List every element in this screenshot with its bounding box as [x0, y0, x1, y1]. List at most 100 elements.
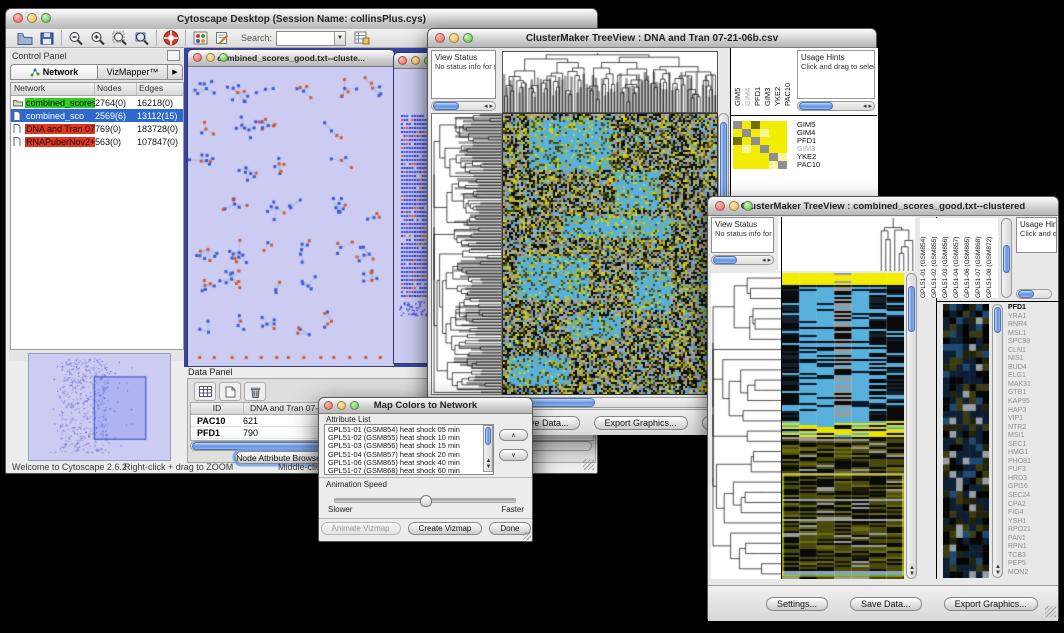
network-tree-row[interactable]: combined_scores2764(0)16218(0) — [11, 96, 183, 109]
list-item[interactable]: MSL1 — [1008, 330, 1058, 339]
save-data-button[interactable]: Save Data... — [850, 597, 922, 611]
network-tree-row[interactable]: combined_sco2569(6)13112(15) — [11, 109, 183, 122]
list-item[interactable]: FIG4 — [1008, 509, 1058, 518]
zoom-in-icon[interactable] — [87, 29, 109, 48]
tv2-hints-scrollbar[interactable] — [1016, 289, 1052, 299]
matrix-cell[interactable] — [760, 161, 769, 169]
close-button[interactable] — [324, 401, 333, 410]
export-graphics-button[interactable]: Export Graphics... — [944, 597, 1038, 611]
zoom-button[interactable] — [219, 53, 228, 62]
resize-grip[interactable] — [1045, 606, 1056, 617]
settings-button[interactable]: Settings... — [766, 597, 828, 611]
tab-overflow-button[interactable]: ▶ — [168, 64, 183, 80]
matrix-cell[interactable] — [733, 129, 742, 137]
tv1-titlebar[interactable]: ClusterMaker TreeView : DNA and Tran 07-… — [428, 29, 876, 48]
dp-col-id[interactable]: ID — [191, 403, 244, 414]
matrix-cell[interactable] — [778, 153, 787, 161]
matrix-cell[interactable] — [751, 145, 760, 153]
list-item[interactable]: PHO81 — [1008, 458, 1058, 467]
import-table-icon[interactable] — [351, 29, 373, 48]
matrix-cell[interactable] — [778, 161, 787, 169]
list-item[interactable]: MON2 — [1008, 569, 1058, 578]
tv2-sub-vscrollbar[interactable]: ▲▼ — [992, 304, 1003, 578]
minimize-button[interactable] — [206, 53, 215, 62]
list-item[interactable]: YRA1 — [1008, 313, 1058, 322]
tv1-similarity-matrix[interactable] — [733, 121, 787, 169]
list-item[interactable]: GPL51-02 (GSM855) heat shock 10 min — [328, 434, 493, 442]
matrix-cell[interactable] — [733, 161, 742, 169]
matrix-cell[interactable] — [733, 145, 742, 153]
matrix-cell[interactable] — [742, 153, 751, 161]
matrix-cell[interactable] — [769, 145, 778, 153]
matrix-cell[interactable] — [751, 121, 760, 129]
zoom-selected-icon[interactable] — [131, 29, 153, 48]
matrix-cell[interactable] — [751, 137, 760, 145]
list-item[interactable]: HRD3 — [1008, 475, 1058, 484]
close-button[interactable] — [715, 201, 725, 211]
matrix-cell[interactable] — [742, 161, 751, 169]
col-header-edges[interactable]: Edges — [137, 83, 183, 95]
matrix-cell[interactable] — [751, 153, 760, 161]
minimize-button[interactable] — [449, 33, 459, 43]
list-item[interactable]: GPL51-07 (GSM868) heat shock 60 min — [328, 467, 493, 475]
matrix-cell[interactable] — [778, 137, 787, 145]
matrix-cell[interactable] — [760, 121, 769, 129]
search-combobox[interactable]: ▼ — [276, 31, 346, 46]
attribute-listbox[interactable]: GPL51-01 (GSM854) heat shock 05 minGPL51… — [324, 424, 494, 475]
new-attribute-icon[interactable] — [219, 382, 241, 401]
list-item[interactable]: GPL51-04 (GSM857) heat shock 20 min — [328, 451, 493, 459]
tv2-row-dendrogram[interactable] — [711, 273, 781, 579]
tv2-labels-scrollbar[interactable] — [1001, 218, 1012, 298]
list-item[interactable]: PAC10 — [797, 161, 847, 169]
save-icon[interactable] — [36, 29, 58, 48]
create-vizmap-button[interactable]: Create Vizmap — [408, 522, 483, 535]
matrix-cell[interactable] — [742, 129, 751, 137]
list-item[interactable]: CPA2 — [1008, 501, 1058, 510]
matrix-cell[interactable] — [769, 137, 778, 145]
matrix-cell[interactable] — [760, 137, 769, 145]
minimize-button[interactable] — [27, 13, 37, 23]
list-item[interactable]: YSH1 — [1008, 518, 1058, 527]
matrix-cell[interactable] — [742, 145, 751, 153]
close-button[interactable] — [435, 33, 445, 43]
matrix-cell[interactable] — [769, 153, 778, 161]
move-down-button[interactable]: ∨ — [499, 449, 528, 461]
list-item[interactable]: VIP1 — [1008, 415, 1058, 424]
list-item[interactable]: TCB3 — [1008, 552, 1058, 561]
close-button[interactable] — [13, 13, 23, 23]
list-item[interactable]: PEP5 — [1008, 560, 1058, 569]
vizmapper-icon[interactable] — [189, 29, 211, 48]
slider-thumb[interactable] — [420, 495, 432, 507]
zoom-button[interactable] — [350, 401, 359, 410]
list-item[interactable]: PUF3 — [1008, 466, 1058, 475]
dialog-titlebar[interactable]: Map Colors to Network — [319, 398, 532, 414]
list-item[interactable]: SEC24 — [1008, 492, 1058, 501]
list-item[interactable]: SPC98 — [1008, 338, 1058, 347]
close-button[interactable] — [193, 53, 202, 62]
list-item[interactable]: GTB1 — [1008, 389, 1058, 398]
birdseye-canvas[interactable] — [29, 354, 168, 458]
tv1-row-dendrogram[interactable] — [431, 113, 502, 395]
zoom-fit-icon[interactable] — [109, 29, 131, 48]
list-item[interactable]: SEC1 — [1008, 441, 1058, 450]
tv2-titlebar[interactable]: ClusterMaker TreeView : combined_scores_… — [708, 197, 1058, 216]
list-item[interactable]: HMG1 — [1008, 449, 1058, 458]
list-item[interactable]: GPL51-03 (GSM856) heat shock 15 min — [328, 442, 493, 450]
minimize-button[interactable] — [729, 201, 739, 211]
tv2-vscrollbar[interactable]: ▲▼ — [906, 273, 917, 579]
search-dropdown-arrow[interactable]: ▼ — [334, 32, 345, 45]
list-item[interactable]: BUD4 — [1008, 364, 1058, 373]
export-graphics-button[interactable]: Export Graphics... — [594, 416, 688, 430]
zoom-button[interactable] — [41, 13, 51, 23]
zoom-button[interactable] — [463, 33, 473, 43]
matrix-cell[interactable] — [733, 121, 742, 129]
zoom-out-icon[interactable] — [65, 29, 87, 48]
main-titlebar[interactable]: Cytoscape Desktop (Session Name: collins… — [6, 9, 597, 30]
list-item[interactable]: RNR4 — [1008, 321, 1058, 330]
list-item[interactable]: NIS1 — [1008, 355, 1058, 364]
col-header-network[interactable]: Network — [11, 83, 95, 95]
tv2-column-dendrogram[interactable] — [778, 217, 915, 271]
network-tree-row[interactable]: DNA and Tran 07769(0)183728(0) — [11, 122, 183, 135]
tv1-hints-scrollbar[interactable]: ◂ ▸ — [797, 101, 875, 111]
float-panel-icon[interactable] — [167, 50, 180, 61]
